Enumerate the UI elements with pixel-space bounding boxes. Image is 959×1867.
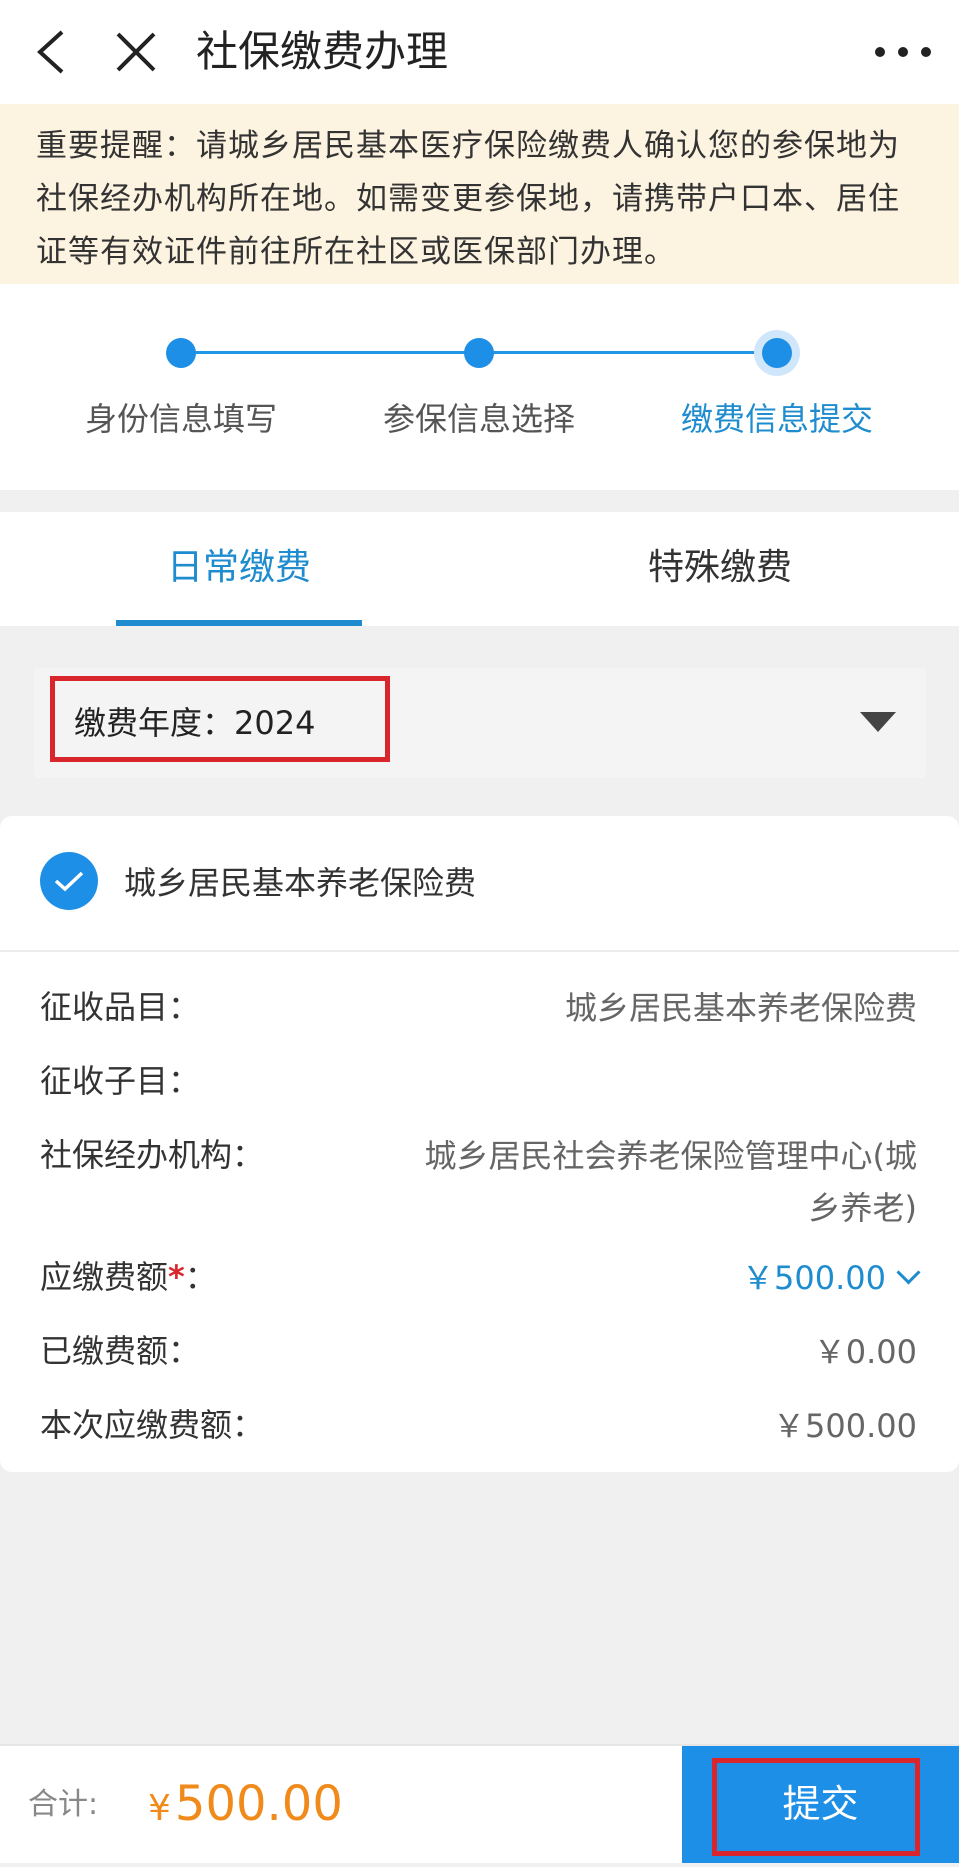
dropdown-caret-icon[interactable] [860,712,896,732]
payment-item-row[interactable]: 城乡居民基本养老保险费 [0,816,959,952]
step-connector [479,351,777,354]
paid-amount-value: ￥0.00 [813,1333,917,1371]
current-amount-label: 本次应缴费额： [40,1406,265,1444]
step-label-payment: 缴费信息提交 [680,400,873,438]
payment-item-name: 城乡居民基本养老保险费 [124,864,477,902]
category-value: 城乡居民基本养老保险费 [564,989,917,1027]
current-amount-value: ￥500.00 [773,1407,917,1445]
checkbox-checked-icon[interactable] [40,852,98,910]
total-amount-value: 500.00 [174,1776,343,1832]
close-icon[interactable] [106,22,166,82]
category-label: 征收品目： [40,988,201,1026]
step-connector [181,351,479,354]
required-marker: * [168,1258,185,1296]
due-amount-label-colon: ： [184,1258,217,1296]
payment-tabs: 日常缴费 特殊缴费 [0,512,959,626]
step-label-identity: 身份信息填写 [84,400,277,438]
due-amount-value: ￥500.00 [742,1259,886,1297]
total-amount: ¥500.00 [148,1746,343,1863]
step-label-insurance: 参保信息选择 [382,400,575,438]
annotation-highlight-year [50,676,390,762]
paid-amount-label: 已缴费额： [40,1332,201,1370]
back-icon[interactable] [22,22,82,82]
currency-symbol: ¥ [148,1788,171,1829]
important-notice: 重要提醒：请城乡居民基本医疗保险缴费人确认您的参保地为社保经办机构所在地。如需变… [0,104,959,284]
agency-label: 社保经办机构： [40,1136,265,1174]
total-label: 合计: [28,1787,99,1822]
active-tab-indicator [116,620,362,626]
payment-item-card: 城乡居民基本养老保险费 征收品目： 城乡居民基本养老保险费 征收子目： 社保经办… [0,816,959,1472]
chevron-down-icon [896,1260,921,1285]
progress-steps: 身份信息填写 参保信息选择 缴费信息提交 [0,284,959,490]
due-amount-select[interactable]: ￥500.00 [357,1252,921,1304]
tab-regular-payment[interactable]: 日常缴费 [89,512,389,626]
due-amount-label-text: 应缴费额 [40,1258,169,1296]
page-title: 社保缴费办理 [196,27,449,76]
agency-value: 城乡居民社会养老保险管理中心(城乡养老) [424,1137,918,1227]
tab-special-payment[interactable]: 特殊缴费 [570,512,870,626]
due-amount-label: 应缴费额*： [40,1252,217,1298]
more-options-icon[interactable] [875,30,931,74]
annotation-highlight-submit [712,1758,920,1856]
subcategory-label: 征收子目： [40,1062,201,1100]
step-dot-payment [762,338,792,368]
step-dot-insurance [464,338,494,368]
app-header: 社保缴费办理 [0,0,959,104]
step-dot-identity [166,338,196,368]
